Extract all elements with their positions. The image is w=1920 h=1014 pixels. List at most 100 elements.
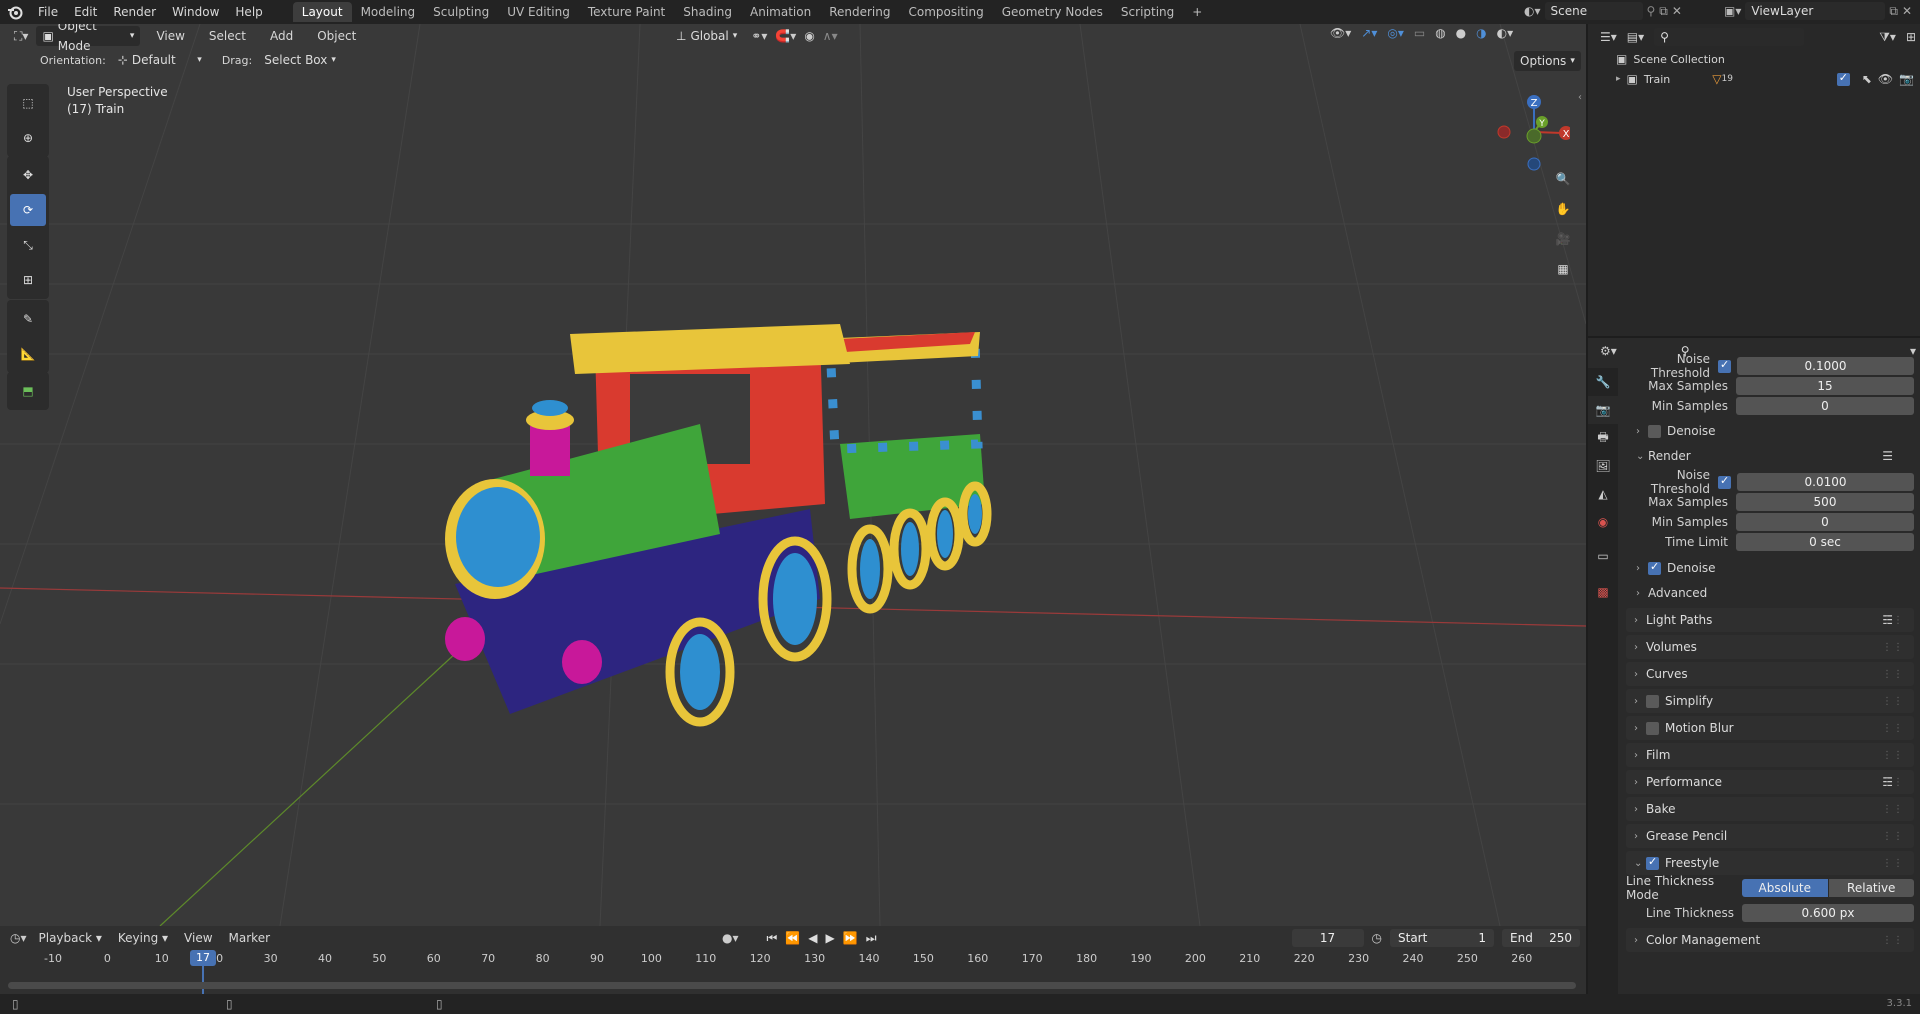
annotate-tool[interactable]: ✎ <box>10 303 46 335</box>
view-layer-field[interactable]: ViewLayer <box>1745 2 1886 20</box>
panel-simplify[interactable]: › Simplify ⋮⋮ <box>1626 689 1914 713</box>
tab-scripting[interactable]: Scripting <box>1112 2 1183 22</box>
tab-rendering[interactable]: Rendering <box>820 2 899 22</box>
tab-render[interactable]: 📷 <box>1588 396 1618 424</box>
outliner-search-input[interactable]: ⚲ <box>1654 28 1805 46</box>
playhead-label[interactable]: 17 <box>190 950 216 966</box>
properties-editor-icon[interactable]: ⚙▾ <box>1600 344 1617 358</box>
drag-grip-icon[interactable]: ⋮⋮ <box>1882 831 1904 842</box>
viewport-max-samples-field[interactable]: 15 <box>1736 377 1914 395</box>
render-min-samples-field[interactable]: 0 <box>1736 513 1914 531</box>
panel-grease-pencil[interactable]: › Grease Pencil ⋮⋮ <box>1626 824 1914 848</box>
drag-grip-icon[interactable]: ⋮⋮ <box>1882 804 1904 815</box>
panel-bake[interactable]: › Bake ⋮⋮ <box>1626 797 1914 821</box>
proportional-edit-icon[interactable]: ◉ <box>804 29 814 43</box>
zoom-button[interactable]: 🔍 <box>1550 166 1576 192</box>
freestyle-checkbox[interactable] <box>1646 855 1659 870</box>
select-box-tool[interactable]: ⬚ <box>10 87 46 119</box>
sidebar-toggle-icon[interactable]: ‹ <box>1578 92 1582 103</box>
select-icon[interactable]: ⬉ <box>1862 72 1872 86</box>
advanced-subpanel[interactable]: › Advanced <box>1626 583 1914 603</box>
visibility-icon[interactable]: 👁▾ <box>1330 26 1351 40</box>
tab-output[interactable]: 🖶 <box>1588 424 1618 452</box>
gizmo-toggle-icon[interactable]: ↗▾ <box>1361 26 1377 40</box>
add-cube-tool[interactable]: ⬒ <box>10 375 46 407</box>
viewport-menu-add[interactable]: Add <box>262 26 301 46</box>
tab-view-layer[interactable]: 🖼 <box>1588 452 1618 480</box>
delete-view-layer-icon[interactable]: ✕ <box>1902 4 1912 18</box>
render-camera-icon[interactable]: 📷 <box>1899 72 1914 86</box>
motion-blur-checkbox[interactable] <box>1646 721 1659 735</box>
tab-modeling[interactable]: Modeling <box>352 2 425 22</box>
delete-scene-icon[interactable]: ✕ <box>1672 4 1682 18</box>
denoise-checkbox-1[interactable] <box>1648 424 1661 438</box>
pivot-icon[interactable]: ⚭▾ <box>751 29 767 43</box>
drag-grip-icon[interactable]: ⋮⋮ <box>1882 669 1904 680</box>
transform-orientation-dropdown[interactable]: ⊥ Global ▾ <box>670 26 743 46</box>
new-scene-icon[interactable]: ⧉ <box>1659 4 1668 19</box>
simplify-checkbox[interactable] <box>1646 694 1659 708</box>
panel-film[interactable]: › Film ⋮⋮ <box>1626 743 1914 767</box>
tab-shading[interactable]: Shading <box>674 2 741 22</box>
scale-tool[interactable]: ⤡ <box>10 229 46 261</box>
relative-option[interactable]: Relative <box>1828 879 1914 897</box>
panel-performance[interactable]: › Performance ☰ ⋮⋮ <box>1626 770 1914 794</box>
overlay-toggle-icon[interactable]: ◎▾ <box>1387 26 1404 40</box>
render-max-samples-field[interactable]: 500 <box>1736 493 1914 511</box>
menu-edit[interactable]: Edit <box>66 0 105 24</box>
tab-collection[interactable]: ▭ <box>1588 542 1618 570</box>
new-view-layer-icon[interactable]: ⧉ <box>1889 4 1898 19</box>
xray-icon[interactable]: ▭ <box>1414 26 1425 40</box>
panel-color-management[interactable]: › Color Management ⋮⋮ <box>1626 928 1914 952</box>
absolute-option[interactable]: Absolute <box>1742 879 1828 897</box>
mode-dropdown[interactable]: ▣ Object Mode ▾ <box>36 24 141 53</box>
falloff-icon[interactable]: ∧▾ <box>823 29 838 43</box>
tab-compositing[interactable]: Compositing <box>899 2 992 22</box>
denoise-subpanel-2[interactable]: › Denoise <box>1626 558 1914 578</box>
pin-icon[interactable]: ⚲ <box>1647 4 1656 18</box>
outliner-scene-collection[interactable]: ▣ Scene Collection <box>1616 52 1725 66</box>
new-collection-icon[interactable]: ⊞ <box>1906 30 1916 44</box>
train-model[interactable] <box>430 294 1000 734</box>
tab-tool[interactable]: 🔧 <box>1588 368 1618 396</box>
drag-dropdown[interactable]: Select Box ▾ <box>258 50 342 70</box>
display-mode-icon[interactable]: ▤▾ <box>1627 30 1644 44</box>
time-limit-field[interactable]: 0 sec <box>1736 533 1914 551</box>
drag-grip-icon[interactable]: ⋮⋮ <box>1882 750 1904 761</box>
menu-file[interactable]: File <box>30 0 66 24</box>
tab-scene[interactable]: ◭ <box>1588 480 1618 508</box>
preset-list-icon[interactable]: ☰ <box>1882 449 1894 463</box>
tab-texture[interactable]: ▩ <box>1588 578 1618 606</box>
drag-grip-icon[interactable]: ⋮⋮ <box>1882 642 1904 653</box>
tab-sculpting[interactable]: Sculpting <box>424 2 498 22</box>
rotate-tool[interactable]: ⟳ <box>10 194 46 226</box>
menu-render[interactable]: Render <box>105 0 164 24</box>
filter-icon[interactable]: ⧩▾ <box>1879 30 1896 45</box>
blender-logo-icon[interactable] <box>0 4 30 20</box>
playhead-line[interactable] <box>202 966 204 994</box>
eye-icon[interactable]: 👁 <box>1878 72 1893 86</box>
exclude-checkbox[interactable] <box>1836 71 1850 86</box>
drag-grip-icon[interactable]: ⋮⋮ <box>1882 777 1904 788</box>
snap-icon[interactable]: 🧲▾ <box>775 29 796 43</box>
tab-animation[interactable]: Animation <box>741 2 820 22</box>
viewport-min-samples-field[interactable]: 0 <box>1736 397 1914 415</box>
scene-icon[interactable]: ◐▾ <box>1524 4 1541 18</box>
panel-motion-blur[interactable]: › Motion Blur ⋮⋮ <box>1626 716 1914 740</box>
scene-name-field[interactable]: Scene <box>1544 2 1643 20</box>
viewport-menu-view[interactable]: View <box>148 26 192 46</box>
transform-tool[interactable]: ⊞ <box>10 264 46 296</box>
pan-button[interactable]: ✋ <box>1550 196 1576 222</box>
add-workspace-button[interactable]: + <box>1183 2 1211 22</box>
3d-viewport[interactable]: User Perspective (17) Train ⛶▾ ▣ Object … <box>0 24 1586 926</box>
outliner-item-train[interactable]: ▸ ▣ Train ▽ 19 ⬉ 👁 📷 <box>1616 71 1914 87</box>
render-subpanel[interactable]: ⌄ Render ☰ <box>1626 446 1914 466</box>
editor-type-icon[interactable]: ⛶▾ <box>14 29 28 44</box>
drag-grip-icon[interactable]: ⋮⋮ <box>1882 696 1904 707</box>
viewport-noise-threshold-field[interactable]: 0.1000 <box>1737 357 1914 375</box>
view-layer-icon[interactable]: ▣▾ <box>1724 4 1741 18</box>
viewport-menu-select[interactable]: Select <box>201 26 254 46</box>
rendered-shading-icon[interactable]: ◐▾ <box>1497 26 1514 40</box>
drag-grip-icon[interactable]: ⋮⋮ <box>1882 858 1904 869</box>
panel-light-paths[interactable]: › Light Paths ☰ ⋮⋮ <box>1626 608 1914 632</box>
